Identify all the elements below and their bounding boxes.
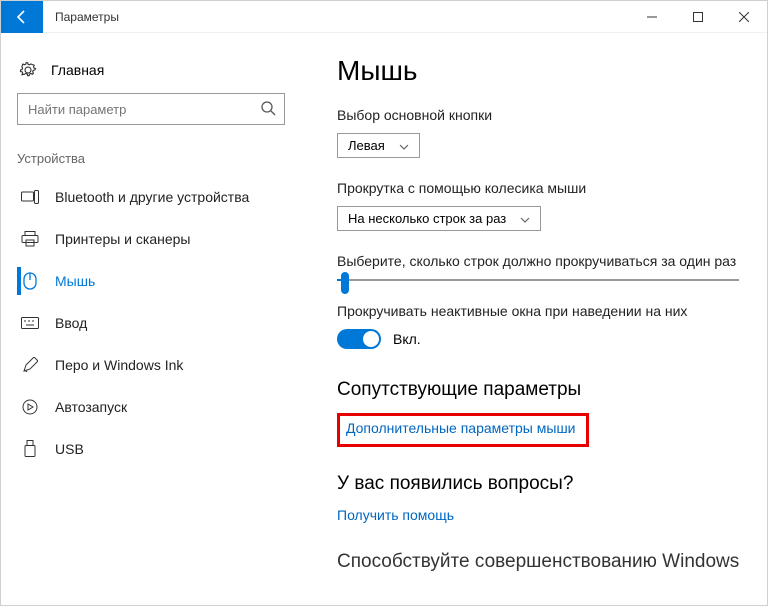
slider-track <box>337 279 739 281</box>
close-button[interactable] <box>721 1 767 33</box>
toggle-state: Вкл. <box>393 331 421 347</box>
sidebar-item-label: USB <box>55 441 84 457</box>
additional-mouse-options-link[interactable]: Дополнительные параметры мыши <box>346 420 576 436</box>
window-controls <box>629 1 767 33</box>
sidebar-item-label: Ввод <box>55 315 87 331</box>
sidebar-item-label: Bluetooth и другие устройства <box>55 189 249 205</box>
sidebar-item-pen[interactable]: Перо и Windows Ink <box>17 344 285 386</box>
footer-heading-cut: Способствуйте совершенствованию Windows <box>337 551 739 573</box>
sidebar-item-label: Принтеры и сканеры <box>55 231 190 247</box>
titlebar: Параметры <box>1 1 767 33</box>
printer-icon <box>21 231 39 247</box>
search-icon <box>260 100 276 121</box>
sidebar: Главная Устройства Bluetooth и другие ус… <box>1 33 301 605</box>
autoplay-icon <box>21 399 39 415</box>
chevron-down-icon <box>399 138 409 153</box>
mouse-icon <box>21 272 39 290</box>
primary-button-select[interactable]: Левая <box>337 133 420 158</box>
content: Мышь Выбор основной кнопки Левая Прокрут… <box>301 33 767 605</box>
sidebar-item-usb[interactable]: USB <box>17 428 285 470</box>
lines-label: Выберите, сколько строк должно прокручив… <box>337 253 739 269</box>
gear-icon <box>19 61 37 79</box>
scroll-select[interactable]: На несколько строк за раз <box>337 206 541 231</box>
related-heading: Сопутствующие параметры <box>337 379 739 401</box>
minimize-button[interactable] <box>629 1 675 33</box>
sidebar-item-printers[interactable]: Принтеры и сканеры <box>17 218 285 260</box>
close-icon <box>739 12 749 22</box>
search-field[interactable] <box>28 102 252 117</box>
sidebar-item-bluetooth[interactable]: Bluetooth и другие устройства <box>17 176 285 218</box>
sidebar-item-label: Автозапуск <box>55 399 127 415</box>
maximize-icon <box>693 12 703 22</box>
get-help-link[interactable]: Получить помощь <box>337 507 454 523</box>
minimize-icon <box>647 12 657 22</box>
devices-icon <box>21 190 39 204</box>
sidebar-item-mouse[interactable]: Мышь <box>17 260 285 302</box>
maximize-button[interactable] <box>675 1 721 33</box>
lines-slider[interactable] <box>337 279 739 281</box>
sidebar-group-title: Устройства <box>17 151 285 166</box>
sidebar-item-autoplay[interactable]: Автозапуск <box>17 386 285 428</box>
slider-thumb[interactable] <box>341 272 349 294</box>
scroll-label: Прокрутка с помощью колесика мыши <box>337 180 739 196</box>
window-title: Параметры <box>43 10 629 24</box>
help-heading: У вас появились вопросы? <box>337 473 739 495</box>
sidebar-item-label: Перо и Windows Ink <box>55 357 183 373</box>
pen-icon <box>21 357 39 373</box>
sidebar-item-typing[interactable]: Ввод <box>17 302 285 344</box>
inactive-toggle[interactable] <box>337 329 381 349</box>
keyboard-icon <box>21 317 39 329</box>
usb-icon <box>21 440 39 458</box>
arrow-left-icon <box>14 9 30 25</box>
back-button[interactable] <box>1 1 43 33</box>
primary-button-label: Выбор основной кнопки <box>337 107 739 123</box>
highlight-box: Дополнительные параметры мыши <box>337 413 589 447</box>
home-label: Главная <box>51 62 104 78</box>
select-value: Левая <box>348 138 385 153</box>
page-title: Мышь <box>337 55 739 87</box>
select-value: На несколько строк за раз <box>348 211 506 226</box>
home-link[interactable]: Главная <box>17 55 285 93</box>
search-input[interactable] <box>17 93 285 125</box>
sidebar-item-label: Мышь <box>55 273 95 289</box>
chevron-down-icon <box>520 211 530 226</box>
inactive-label: Прокручивать неактивные окна при наведен… <box>337 303 739 319</box>
